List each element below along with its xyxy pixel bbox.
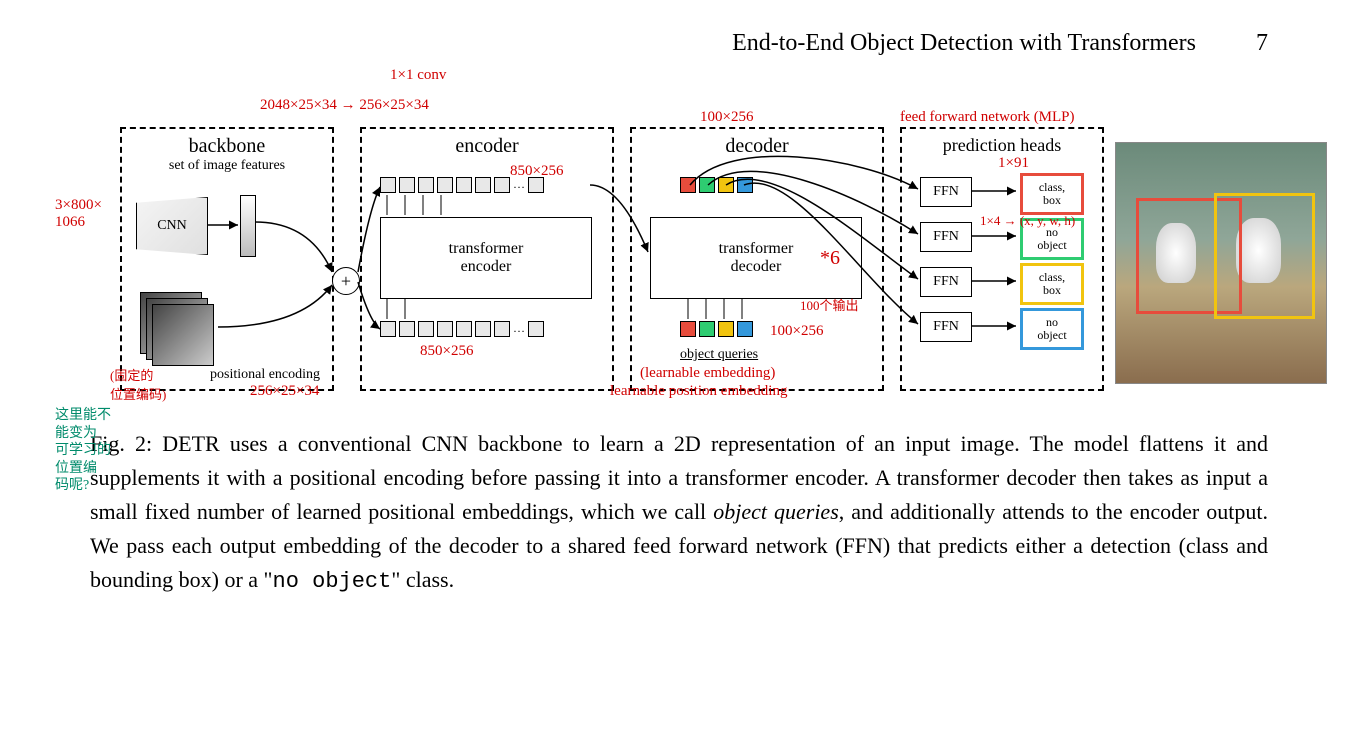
backbone-sub: set of image features [122, 158, 332, 174]
caption-text-3: " class. [391, 567, 454, 592]
caption-no-object: no object [273, 569, 392, 594]
decoder-title: decoder [632, 135, 882, 158]
pred-out-4: no object [1020, 308, 1084, 350]
cnn-block: CNN [136, 197, 208, 255]
annot-box4: 1×4 → (x, y, w, h) [980, 213, 1075, 229]
annot-ffnlabel: feed forward network (MLP) [900, 109, 1075, 126]
annot-decout: 100个输出 [800, 295, 859, 314]
ffn-2: FFN [920, 222, 972, 252]
caption-object-queries: object queries [713, 499, 839, 524]
annot-learn2: learnable position embedding [610, 383, 787, 400]
encoder-tokens-bottom: … [380, 321, 544, 337]
output-image [1115, 142, 1327, 384]
annot-1x1conv: 1×1 conv [390, 67, 446, 84]
pred-out-3: class, box [1020, 263, 1084, 305]
decoder-tokens-bottom [680, 321, 753, 337]
ffn-4: FFN [920, 312, 972, 342]
annot-dims1: 2048×25×34 → 256×25×34 [260, 97, 429, 114]
annot-times6: *6 [820, 247, 840, 270]
positional-encoding-stack [140, 292, 210, 362]
ffn-1: FFN [920, 177, 972, 207]
annot-learn1: (learnable embedding) [640, 365, 775, 382]
annot-dec100: 100×256 [700, 109, 753, 126]
object-queries-label: object queries [680, 347, 758, 363]
bbox-yellow [1214, 193, 1315, 319]
annot-question: 这里能不 能变为 可学习的 位置编 码呢? [55, 407, 111, 495]
page-number: 7 [1256, 30, 1268, 57]
positional-encoding-label: positional encoding [210, 367, 320, 383]
decoder-tokens-top [680, 177, 753, 193]
annot-posdim: 256×25×34 [250, 383, 319, 400]
add-op-icon: + [332, 267, 360, 295]
backbone-title: backbone [122, 135, 332, 158]
annot-imgdim: 3×800× 1066 [55, 197, 102, 231]
pred-out-1: class, box [1020, 173, 1084, 215]
annot-cls91: 1×91 [998, 155, 1029, 172]
encoder-title: encoder [362, 135, 612, 158]
prediction-heads-title: prediction heads [902, 135, 1102, 156]
running-title: End-to-End Object Detection with Transfo… [732, 30, 1196, 57]
annot-encrow-bot: 850×256 [420, 343, 473, 360]
transformer-encoder-block: transformer encoder [380, 217, 592, 299]
annot-fixedpos: (固定的 位置编码) [110, 365, 166, 403]
annot-decin: 100×256 [770, 323, 823, 340]
detr-architecture-diagram: backbone set of image features CNN posit… [80, 67, 1268, 407]
annot-encrow-top: 850×256 [510, 163, 563, 180]
running-header: End-to-End Object Detection with Transfo… [80, 30, 1268, 57]
ffn-3: FFN [920, 267, 972, 297]
figure-caption: Fig. 2: DETR uses a conventional CNN bac… [90, 427, 1268, 599]
feature-column [240, 195, 256, 257]
